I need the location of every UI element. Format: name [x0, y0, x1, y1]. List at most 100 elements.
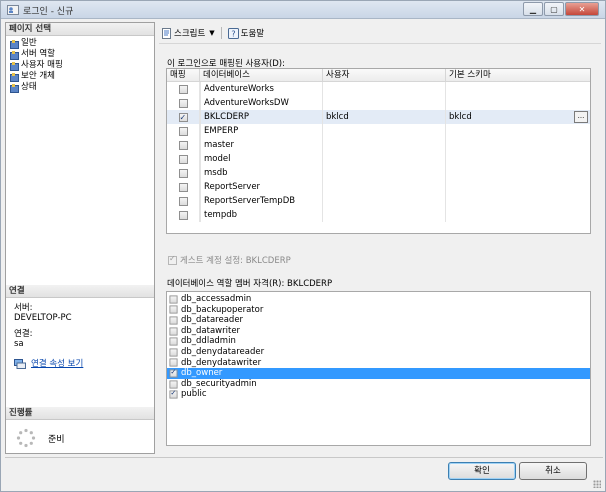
column-header-map[interactable]: 매핑	[167, 69, 200, 81]
list-item[interactable]: db_ddladmin	[167, 336, 590, 347]
connection-value: sa	[14, 339, 24, 349]
table-row[interactable]: BKLCDERPbklcdbklcd...	[167, 110, 590, 124]
user-cell[interactable]	[323, 124, 446, 138]
schema-cell[interactable]	[446, 138, 590, 152]
list-item[interactable]: db_owner	[167, 368, 590, 379]
user-cell[interactable]	[323, 194, 446, 208]
table-row[interactable]: tempdb	[167, 208, 590, 222]
user-cell[interactable]	[323, 138, 446, 152]
column-header-schema[interactable]: 기본 스키마	[446, 69, 590, 81]
map-checkbox[interactable]	[178, 140, 188, 150]
table-row[interactable]: ReportServer	[167, 180, 590, 194]
resize-grip[interactable]	[593, 480, 601, 488]
table-row[interactable]: master	[167, 138, 590, 152]
map-checkbox[interactable]	[178, 168, 188, 178]
role-checkbox[interactable]	[169, 389, 178, 399]
connection-label: 연결:	[14, 329, 33, 339]
role-checkbox[interactable]	[169, 327, 178, 336]
user-cell[interactable]	[323, 82, 446, 96]
role-name: db_denydatawriter	[181, 357, 262, 368]
user-cell[interactable]	[323, 208, 446, 222]
map-cell	[167, 96, 200, 110]
ok-button[interactable]: 확인	[448, 462, 516, 480]
script-button[interactable]: 스크립트 ▼	[161, 27, 215, 39]
page-icon	[10, 50, 19, 60]
page-item-user-mapping[interactable]: 사용자 매핑	[10, 60, 154, 71]
list-item[interactable]: db_datareader	[167, 315, 590, 326]
chevron-down-icon[interactable]: ▼	[209, 29, 214, 37]
map-checkbox[interactable]	[178, 111, 188, 124]
map-checkbox[interactable]	[178, 126, 188, 136]
list-item[interactable]: public	[167, 389, 590, 400]
map-cell	[167, 124, 200, 138]
role-checkbox[interactable]	[169, 337, 178, 346]
minimize-button[interactable]: ▁	[523, 2, 543, 16]
page-icon	[10, 72, 19, 82]
schema-cell[interactable]	[446, 208, 590, 222]
schema-cell[interactable]	[446, 124, 590, 138]
list-item[interactable]: db_denydatareader	[167, 347, 590, 358]
page-item-status[interactable]: 상태	[10, 82, 154, 93]
role-checkbox[interactable]	[169, 316, 178, 325]
list-item[interactable]: db_backupoperator	[167, 305, 590, 316]
role-checkbox[interactable]	[169, 379, 178, 389]
list-item[interactable]: db_datawriter	[167, 326, 590, 337]
browse-schema-button[interactable]: ...	[574, 111, 588, 123]
user-mapping-grid[interactable]: 매핑 데이터베이스 사용자 기본 스키마 AdventureWorks Adven…	[166, 68, 591, 234]
table-row[interactable]: AdventureWorksDW	[167, 96, 590, 110]
role-checkbox[interactable]	[169, 295, 178, 304]
user-cell[interactable]	[323, 152, 446, 166]
map-checkbox[interactable]	[178, 84, 188, 94]
map-cell	[167, 180, 200, 194]
role-name: db_owner	[181, 368, 223, 379]
schema-cell[interactable]	[446, 180, 590, 194]
script-icon	[162, 27, 171, 39]
map-cell	[167, 208, 200, 222]
page-item-general[interactable]: 일반	[10, 38, 154, 49]
schema-cell[interactable]	[446, 166, 590, 180]
svg-text:?: ?	[231, 29, 235, 38]
schema-cell[interactable]	[446, 96, 590, 110]
database-cell: ReportServer	[200, 180, 323, 194]
role-checkbox[interactable]	[169, 348, 178, 357]
role-membership-list[interactable]: db_accessadmin db_backupoperator db_datare…	[166, 291, 591, 446]
schema-cell[interactable]	[446, 82, 590, 96]
schema-cell[interactable]: bklcd...	[446, 110, 590, 124]
map-checkbox[interactable]	[178, 210, 188, 220]
database-cell: BKLCDERP	[200, 110, 323, 124]
map-checkbox[interactable]	[178, 98, 188, 108]
view-connection-properties-link[interactable]: 연결 속성 보기	[31, 359, 83, 369]
page-list: 일반 서버 역할 사용자 매핑 보안 개체 상태	[6, 36, 154, 93]
schema-cell[interactable]	[446, 152, 590, 166]
help-button[interactable]: ? 도움말	[227, 27, 264, 39]
map-checkbox[interactable]	[178, 182, 188, 192]
schema-cell[interactable]	[446, 194, 590, 208]
close-button[interactable]: ✕	[565, 2, 599, 16]
list-item[interactable]: db_accessadmin	[167, 294, 590, 305]
table-row[interactable]: msdb	[167, 166, 590, 180]
column-header-user[interactable]: 사용자	[323, 69, 446, 81]
connection-header: 연결	[6, 285, 154, 298]
page-item-securables[interactable]: 보안 개체	[10, 71, 154, 82]
user-cell[interactable]	[323, 96, 446, 110]
role-checkbox[interactable]	[169, 368, 178, 378]
table-row[interactable]: ReportServerTempDB	[167, 194, 590, 208]
map-checkbox[interactable]	[178, 196, 188, 206]
page-item-server-roles[interactable]: 서버 역할	[10, 49, 154, 60]
maximize-button[interactable]: ▢	[544, 2, 564, 16]
role-checkbox[interactable]	[169, 305, 178, 314]
column-header-database[interactable]: 데이터베이스	[200, 69, 323, 81]
list-item[interactable]: db_securityadmin	[167, 379, 590, 390]
user-cell[interactable]	[323, 180, 446, 194]
user-cell[interactable]	[323, 166, 446, 180]
user-cell[interactable]: bklcd	[323, 110, 446, 124]
table-row[interactable]: model	[167, 152, 590, 166]
table-row[interactable]: AdventureWorks	[167, 82, 590, 96]
cancel-button[interactable]: 취소	[519, 462, 587, 480]
map-cell	[167, 82, 200, 96]
table-row[interactable]: EMPERP	[167, 124, 590, 138]
map-checkbox[interactable]	[178, 154, 188, 164]
title-bar[interactable]: 로그인 - 신규 ▁ ▢ ✕	[1, 1, 605, 19]
list-item[interactable]: db_denydatawriter	[167, 358, 590, 369]
role-checkbox[interactable]	[169, 358, 178, 367]
